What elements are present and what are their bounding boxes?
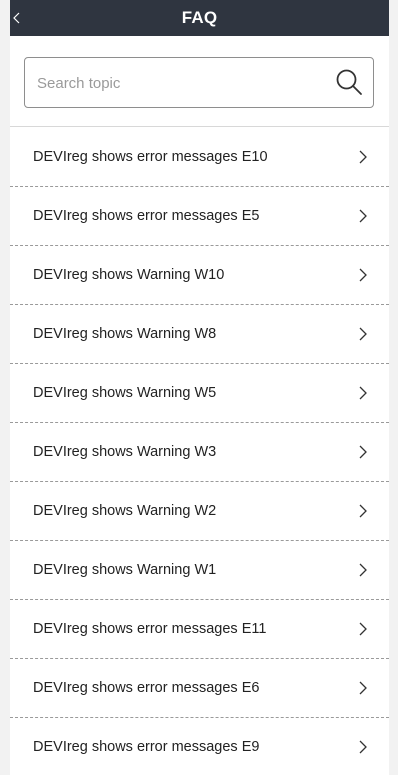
faq-item[interactable]: DEVIreg shows error messages E5 [10,187,389,246]
chevron-right-icon [359,445,367,459]
faq-item-label: DEVIreg shows error messages E9 [33,739,260,755]
chevron-right-icon [359,622,367,636]
faq-item-label: DEVIreg shows Warning W3 [33,444,217,460]
faq-item[interactable]: DEVIreg shows Warning W2 [10,482,389,541]
faq-item[interactable]: DEVIreg shows error messages E9 [10,718,389,775]
chevron-right-icon [359,150,367,164]
faq-screen: FAQ DEVIreg shows error messages E10 DEV… [0,0,398,775]
chevron-left-icon [13,12,20,24]
chevron-right-icon [359,740,367,754]
faq-item-label: DEVIreg shows error messages E11 [33,621,267,637]
search-icon[interactable] [335,68,363,96]
faq-item[interactable]: DEVIreg shows Warning W1 [10,541,389,600]
nav-bar: FAQ [10,0,389,36]
chevron-right-icon [359,268,367,282]
faq-item-label: DEVIreg shows Warning W10 [33,267,225,283]
faq-item[interactable]: DEVIreg shows Warning W10 [10,246,389,305]
faq-item-label: DEVIreg shows Warning W1 [33,562,217,578]
faq-item-label: DEVIreg shows Warning W2 [33,503,217,519]
faq-item[interactable]: DEVIreg shows Warning W3 [10,423,389,482]
faq-item[interactable]: DEVIreg shows Warning W5 [10,364,389,423]
back-button[interactable] [5,0,29,36]
right-edge [389,0,398,775]
chevron-right-icon [359,386,367,400]
page-title: FAQ [181,8,218,27]
search-box [24,57,374,109]
chevron-right-icon [359,504,367,518]
faq-item[interactable]: DEVIreg shows error messages E6 [10,659,389,718]
faq-item-label: DEVIreg shows error messages E5 [33,208,260,224]
chevron-right-icon [359,563,367,577]
chevron-right-icon [359,681,367,695]
chevron-right-icon [359,327,367,341]
chevron-right-icon [359,209,367,223]
faq-item-label: DEVIreg shows error messages E6 [33,680,260,696]
faq-item[interactable]: DEVIreg shows error messages E11 [10,600,389,659]
faq-list: DEVIreg shows error messages E10 DEVIreg… [10,128,389,775]
search-input[interactable] [35,58,329,109]
left-edge [0,0,10,775]
search-divider [10,126,389,127]
faq-item-label: DEVIreg shows error messages E10 [33,149,268,165]
faq-item[interactable]: DEVIreg shows Warning W8 [10,305,389,364]
faq-item-label: DEVIreg shows Warning W8 [33,326,217,342]
faq-item-label: DEVIreg shows Warning W5 [33,385,217,401]
faq-item[interactable]: DEVIreg shows error messages E10 [10,128,389,187]
